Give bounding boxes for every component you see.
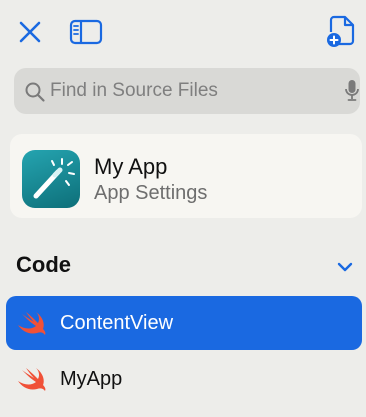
- search-bar[interactable]: [14, 68, 360, 114]
- sidebar-toggle-button[interactable]: [68, 18, 104, 46]
- project-name: My App: [94, 154, 168, 179]
- code-section-header[interactable]: Code: [0, 252, 366, 286]
- section-title: Code: [16, 252, 71, 277]
- top-toolbar: [0, 0, 366, 60]
- swift-icon: [18, 312, 46, 335]
- file-browser-panel: My App App Settings Code ContentView MyA…: [0, 0, 366, 417]
- app-wand-icon: [22, 150, 80, 208]
- close-icon: [19, 21, 41, 43]
- project-subtitle: App Settings: [94, 182, 208, 204]
- close-button[interactable]: [16, 18, 44, 46]
- file-label: MyApp: [60, 368, 123, 390]
- magnifier-icon: [25, 82, 45, 102]
- file-row-myapp[interactable]: MyApp: [6, 352, 362, 406]
- new-file-button[interactable]: [326, 14, 358, 48]
- chevron-down-icon[interactable]: [336, 260, 354, 274]
- project-settings-card[interactable]: My App App Settings: [10, 134, 362, 218]
- sidebar-toggle-icon: [69, 19, 103, 45]
- file-row-contentview[interactable]: ContentView: [6, 296, 362, 350]
- file-label: ContentView: [60, 312, 174, 334]
- swift-icon: [18, 368, 46, 391]
- search-input[interactable]: [50, 68, 330, 114]
- microphone-icon[interactable]: [344, 79, 360, 103]
- new-file-icon: [327, 15, 355, 47]
